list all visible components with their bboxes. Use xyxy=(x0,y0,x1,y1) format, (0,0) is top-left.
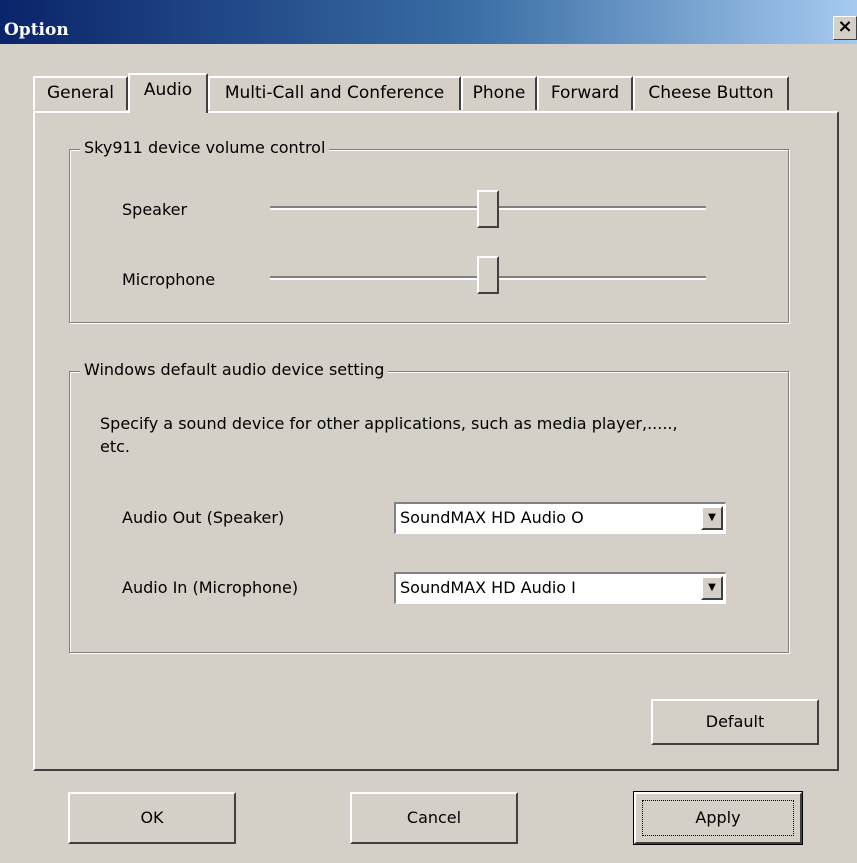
tab-cheese-button[interactable]: Cheese Button xyxy=(633,76,789,110)
focus-rectangle xyxy=(642,800,794,836)
ok-button[interactable]: OK xyxy=(68,792,236,844)
ok-button-label: OK xyxy=(140,808,164,827)
speaker-slider-thumb[interactable] xyxy=(477,190,499,228)
default-button-label: Default xyxy=(705,712,765,731)
title-bar: Option × xyxy=(0,0,857,44)
audio-in-value: SoundMAX HD Audio I xyxy=(400,578,576,597)
speaker-label: Speaker xyxy=(122,200,188,219)
volume-control-group: Sky911 device volume control Speaker Mic… xyxy=(69,138,789,323)
volume-group-title: Sky911 device volume control xyxy=(80,138,330,157)
chevron-down-icon: ▼ xyxy=(708,582,716,593)
tab-label: Multi-Call and Conference xyxy=(224,83,445,103)
audio-tab-panel: Sky911 device volume control Speaker Mic… xyxy=(33,111,839,771)
audio-in-select[interactable]: SoundMAX HD Audio I ▼ xyxy=(394,572,726,604)
audio-in-label: Audio In (Microphone) xyxy=(122,578,299,597)
audio-out-label: Audio Out (Speaker) xyxy=(122,508,285,527)
audio-device-group-title: Windows default audio device setting xyxy=(80,360,389,379)
cancel-button-label: Cancel xyxy=(406,808,462,827)
tab-label: Audio xyxy=(143,80,193,100)
audio-device-description: Specify a sound device for other applica… xyxy=(100,414,678,456)
default-button[interactable]: Default xyxy=(651,699,819,745)
tab-multi-call-and-conference[interactable]: Multi-Call and Conference xyxy=(208,76,461,110)
tab-general[interactable]: General xyxy=(33,76,128,110)
chevron-down-icon: ▼ xyxy=(708,512,716,523)
tab-strip: General Audio Multi-Call and Conference … xyxy=(33,73,803,113)
audio-in-dropdown-button[interactable]: ▼ xyxy=(701,576,723,600)
tab-label: Phone xyxy=(472,83,526,103)
audio-out-dropdown-button[interactable]: ▼ xyxy=(701,506,723,530)
audio-device-group: Windows default audio device setting Spe… xyxy=(69,360,789,653)
close-icon: × xyxy=(837,16,853,37)
window-title: Option xyxy=(4,20,69,40)
microphone-label: Microphone xyxy=(122,270,216,289)
tab-audio[interactable]: Audio xyxy=(128,73,208,113)
tab-forward[interactable]: Forward xyxy=(537,76,633,110)
tab-label: General xyxy=(47,83,114,103)
tab-label: Cheese Button xyxy=(648,83,774,103)
close-button[interactable]: × xyxy=(833,16,857,40)
cancel-button[interactable]: Cancel xyxy=(350,792,518,844)
tab-label: Forward xyxy=(550,83,620,103)
tab-phone[interactable]: Phone xyxy=(461,76,537,110)
apply-button[interactable]: Apply xyxy=(633,791,803,845)
audio-out-value: SoundMAX HD Audio O xyxy=(400,508,584,527)
audio-out-select[interactable]: SoundMAX HD Audio O ▼ xyxy=(394,502,726,534)
microphone-slider-thumb[interactable] xyxy=(477,256,499,294)
